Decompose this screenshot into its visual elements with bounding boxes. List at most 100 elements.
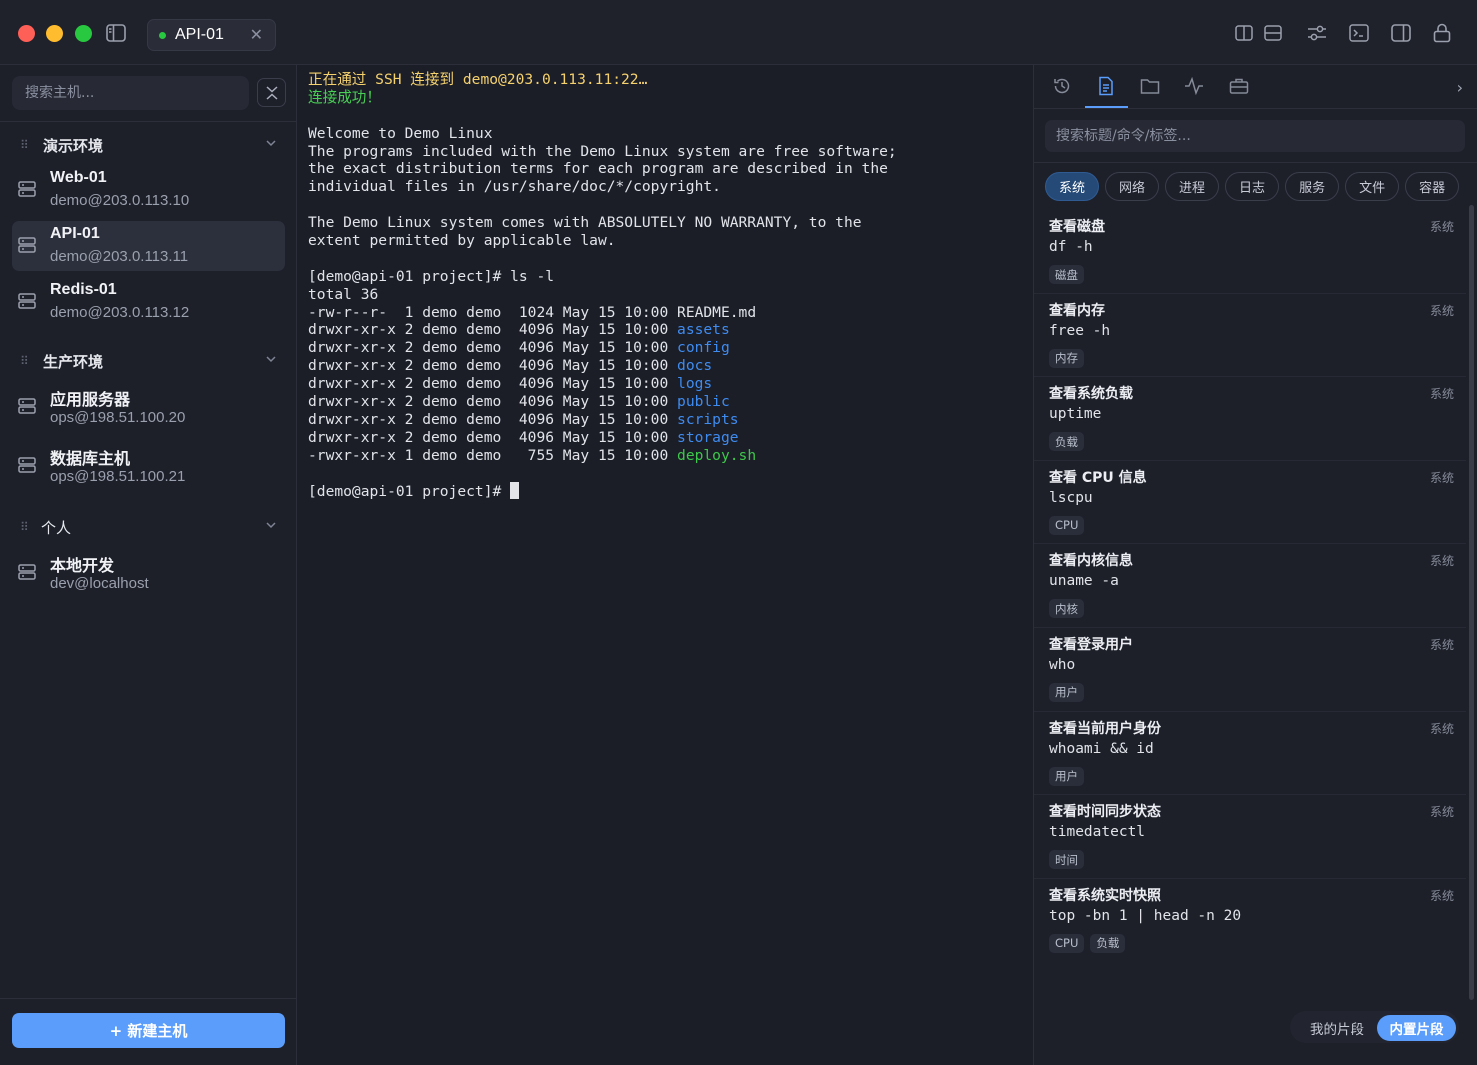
- snippet-title: 查看 CPU 信息: [1049, 469, 1147, 486]
- category-chip-process[interactable]: 进程: [1165, 172, 1220, 201]
- sidebar-toggle-icon[interactable]: [105, 22, 127, 44]
- host-address: demo@203.0.113.10: [50, 192, 190, 209]
- host-item-app-server[interactable]: 应用服务器 ops@198.51.100.20: [12, 382, 285, 432]
- terminal-line: Welcome to Demo Linux: [308, 124, 493, 142]
- host-address: ops@198.51.100.21: [50, 468, 186, 485]
- my-snippets-option[interactable]: 我的片段: [1297, 1015, 1377, 1041]
- snippet-command: df -h: [1049, 239, 1093, 255]
- snippet-title: 查看时间同步状态: [1049, 804, 1161, 821]
- zoom-window-button[interactable]: [75, 25, 92, 42]
- snippet-tag: 内存: [1049, 348, 1084, 368]
- lock-icon[interactable]: [1431, 22, 1453, 44]
- split-horizontal-icon[interactable]: [1262, 22, 1284, 44]
- category-chip-system[interactable]: 系统: [1045, 172, 1100, 201]
- host-group-demo[interactable]: ⠿ 演示环境: [0, 130, 297, 160]
- snippet-item[interactable]: 查看 CPU 信息 系统 lscpu CPU: [1034, 461, 1466, 545]
- active-tab-indicator: [1085, 106, 1128, 108]
- drag-handle-icon[interactable]: ⠿: [20, 354, 29, 368]
- snippet-icon[interactable]: [1093, 73, 1119, 99]
- drag-handle-icon[interactable]: ⠿: [20, 520, 29, 534]
- snippet-item[interactable]: 查看磁盘 系统 df -h 磁盘: [1034, 210, 1466, 294]
- snippet-item[interactable]: 查看系统实时快照 系统 top -bn 1 | head -n 20 CPU 负…: [1034, 879, 1466, 963]
- dir-name: logs: [677, 375, 713, 393]
- host-item-db-host[interactable]: 数据库主机 ops@198.51.100.21: [12, 441, 285, 491]
- snippet-tag: CPU: [1049, 933, 1085, 953]
- file-meta: drwxr-xr-x 2 demo demo 4096 May 15 10:00: [308, 375, 678, 393]
- host-name: Web-01: [50, 169, 107, 186]
- snippet-category: 系统: [1429, 220, 1454, 234]
- history-icon[interactable]: [1049, 73, 1075, 99]
- category-chip-file[interactable]: 文件: [1345, 172, 1400, 201]
- snippet-scrollbar[interactable]: [1469, 205, 1474, 1000]
- category-chip-service[interactable]: 服务: [1285, 172, 1340, 201]
- snippet-item[interactable]: 查看内核信息 系统 uname -a 内核: [1034, 544, 1466, 628]
- snippet-item[interactable]: 查看系统负载 系统 uptime 负载: [1034, 377, 1466, 461]
- snippet-title: 查看系统负载: [1049, 386, 1133, 403]
- sliders-icon[interactable]: [1306, 22, 1328, 44]
- divider: [0, 998, 297, 999]
- terminal-prompt-line[interactable]: [demo@api-01 project]#: [308, 482, 1033, 500]
- host-address: dev@localhost: [50, 575, 149, 592]
- snippet-item[interactable]: 查看当前用户身份 系统 whoami && id 用户: [1034, 712, 1466, 796]
- drag-handle-icon[interactable]: ⠿: [20, 138, 29, 152]
- close-icon[interactable]: ✕: [250, 25, 263, 44]
- snippet-category: 系统: [1429, 721, 1454, 736]
- snippet-search-input[interactable]: [1045, 120, 1465, 152]
- builtin-snippets-option[interactable]: 内置片段: [1377, 1015, 1456, 1041]
- host-item-local-dev[interactable]: 本地开发 dev@localhost: [12, 548, 285, 598]
- terminal-line: [demo@api-01 project]# ls -l: [308, 267, 555, 285]
- chevron-down-icon[interactable]: [265, 137, 277, 149]
- host-search-input[interactable]: [12, 76, 249, 110]
- server-icon: [18, 563, 36, 581]
- category-chip-log[interactable]: 日志: [1225, 172, 1280, 201]
- dir-name: config: [677, 339, 730, 357]
- listing-row: -rwxr-xr-x 1 demo demo 755 May 15 10:00 …: [308, 447, 1033, 465]
- tab-api-01[interactable]: API-01 ✕: [147, 19, 276, 51]
- snippet-command: lscpu: [1049, 489, 1093, 506]
- prompt: [demo@api-01 project]#: [308, 483, 511, 501]
- toolbox-icon[interactable]: [1226, 73, 1252, 99]
- collapse-all-button[interactable]: [257, 78, 286, 107]
- host-group-personal[interactable]: ⠿ 个人: [0, 512, 297, 542]
- panel-tabs: ›: [1034, 65, 1477, 109]
- host-item-redis-01[interactable]: Redis-01 demo@203.0.113.12: [12, 277, 285, 327]
- terminal-cursor: [510, 482, 520, 500]
- tab-label: API-01: [175, 26, 224, 43]
- terminal-output[interactable]: 正在通过 SSH 连接到 demo@203.0.113.11:22… 连接成功！…: [297, 65, 1034, 1065]
- right-panel-icon[interactable]: [1390, 22, 1412, 44]
- minimize-window-button[interactable]: [46, 25, 63, 42]
- chevron-right-icon[interactable]: ›: [1457, 78, 1463, 97]
- new-host-button[interactable]: + 新建主机: [12, 1013, 285, 1048]
- snippet-command: who: [1049, 656, 1076, 673]
- server-icon: [18, 180, 36, 198]
- host-group-production[interactable]: ⠿ 生产环境: [0, 346, 297, 376]
- category-chip-network[interactable]: 网络: [1105, 172, 1160, 201]
- snippet-item[interactable]: 查看时间同步状态 系统 timedatectl 时间: [1034, 795, 1466, 879]
- terminal-line: 连接成功！: [308, 88, 381, 106]
- activity-icon[interactable]: [1181, 73, 1207, 99]
- file-meta: drwxr-xr-x 2 demo demo 4096 May 15 10:00: [308, 428, 678, 446]
- chevron-down-icon[interactable]: [265, 353, 277, 365]
- terminal-line: the exact distribution terms for each pr…: [308, 160, 888, 178]
- close-window-button[interactable]: [18, 25, 35, 42]
- terminal-icon[interactable]: [1348, 22, 1370, 44]
- split-vertical-icon[interactable]: [1233, 22, 1255, 44]
- snippet-item[interactable]: 查看内存 系统 free -h 内存: [1034, 294, 1466, 378]
- listing-row: drwxr-xr-x 2 demo demo 4096 May 15 10:00…: [308, 393, 1033, 411]
- dir-name: public: [677, 393, 730, 411]
- host-sidebar: ⠿ 演示环境 Web-01 demo@203.0.113.10 API-01 d…: [0, 65, 297, 1065]
- host-name: Redis-01: [50, 281, 117, 298]
- category-chip-container[interactable]: 容器: [1405, 172, 1460, 201]
- snippets-panel: › 系统 网络 进程 日志 服务 文件 容器 查看磁盘 系统 df -h 磁盘 …: [1034, 65, 1477, 1065]
- server-icon: [18, 236, 36, 254]
- chevron-down-icon[interactable]: [265, 519, 277, 531]
- folder-icon[interactable]: [1137, 73, 1163, 99]
- snippet-list: 查看磁盘 系统 df -h 磁盘 查看内存 系统 free -h 内存 查看系统…: [1034, 210, 1466, 962]
- host-item-web-01[interactable]: Web-01 demo@203.0.113.10: [12, 165, 285, 215]
- dir-name: assets: [677, 321, 730, 339]
- snippet-item[interactable]: 查看登录用户 系统 who 用户: [1034, 628, 1466, 712]
- file-meta: -rw-r--r- 1 demo demo 1024 May 15 10:00: [308, 303, 678, 321]
- host-item-api-01[interactable]: API-01 demo@203.0.113.11: [12, 221, 285, 271]
- host-name: 应用服务器: [50, 392, 131, 409]
- host-address: demo@203.0.113.11: [50, 248, 189, 265]
